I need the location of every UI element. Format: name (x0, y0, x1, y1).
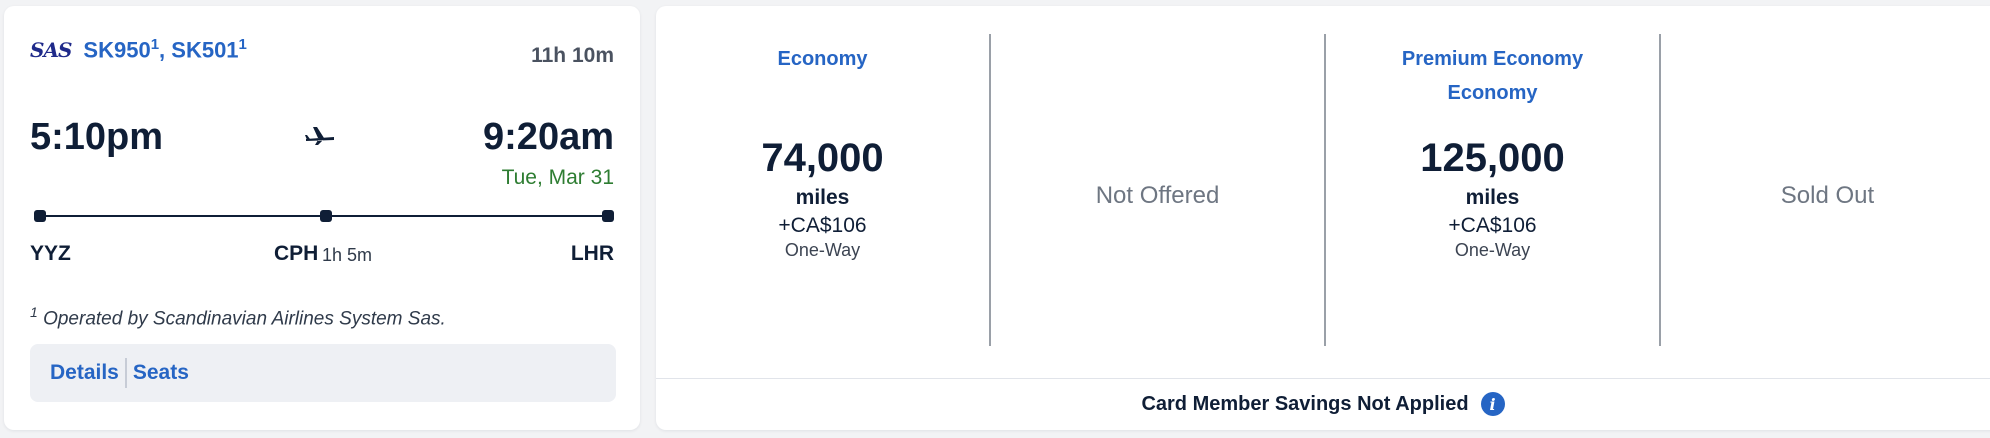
airline-logo: SAS (30, 37, 72, 62)
details-link[interactable]: Details (50, 361, 119, 385)
miles-label: miles (1465, 186, 1520, 209)
departure-time: 5:10pm (30, 116, 164, 158)
flight-numbers[interactable]: SK9501, SK5011 (83, 36, 246, 63)
flight-separator: , (159, 37, 172, 63)
flight-header: SAS SK9501, SK5011 (30, 36, 247, 63)
fare-option-sold-out: Sold Out (1661, 34, 1990, 346)
flight-links-bar: Details Seats (30, 344, 616, 402)
link-divider (124, 358, 127, 388)
operated-by-note: 1 Operated by Scandinavian Airlines Syst… (30, 304, 446, 330)
origin-airport: YYZ (30, 242, 71, 265)
price-block: 125,000 miles +CA$106 One-Way (1326, 134, 1659, 261)
fare-option-unavailable: Not Offered (991, 34, 1324, 346)
info-icon[interactable]: i (1480, 392, 1505, 416)
origin-dot (34, 210, 46, 222)
seats-link[interactable]: Seats (133, 361, 189, 385)
fare-status: Not Offered (1095, 182, 1220, 209)
fare-options-card: Economy 74,000 miles +CA$106 One-Way Not… (656, 6, 1990, 430)
trip-type: One-Way (784, 240, 861, 260)
price-block: 74,000 miles +CA$106 One-Way (656, 134, 989, 261)
flight-number-2[interactable]: SK501 (171, 37, 238, 62)
savings-note: Card Member Savings Not Applied (1141, 392, 1469, 415)
flight-summary-card: SAS SK9501, SK5011 11h 10m 5:10pm 9:20am… (4, 6, 640, 430)
destination-airport: LHR (570, 242, 614, 265)
footnote-mark: 1 (238, 36, 247, 53)
arrival-time: 9:20am (483, 116, 614, 158)
fare-option-economy[interactable]: Economy 74,000 miles +CA$106 One-Way (656, 34, 989, 346)
miles-amount: 125,000 (1420, 136, 1565, 180)
cabin-label-primary: Premium Economy (1401, 48, 1584, 70)
footnote-mark: 1 (150, 36, 160, 53)
airplane-icon (305, 127, 334, 145)
savings-footer: Card Member Savings Not Applied i (656, 392, 1990, 416)
trip-duration: 11h 10m (531, 44, 614, 67)
taxes-fees: +CA$106 (1448, 214, 1537, 237)
fare-option-premium-economy[interactable]: Premium Economy Economy 125,000 miles +C… (1326, 34, 1659, 346)
cabin-label-secondary: Economy (1447, 82, 1538, 104)
taxes-fees: +CA$106 (778, 214, 867, 237)
destination-dot (602, 210, 614, 222)
operated-by-text: Operated by Scandinavian Airlines System… (43, 308, 446, 330)
connection-airport: CPH (274, 242, 319, 265)
connection-dot (320, 210, 332, 222)
arrival-date: Tue, Mar 31 (501, 166, 614, 189)
footnote-mark: 1 (30, 304, 38, 320)
layover-duration: 1h 5m (322, 245, 373, 265)
route-line (34, 210, 614, 222)
footer-divider (656, 378, 1990, 379)
cabin-label: Economy (777, 48, 868, 70)
miles-amount: 74,000 (761, 136, 884, 180)
miles-label: miles (795, 186, 850, 209)
flight-number-1[interactable]: SK950 (83, 37, 150, 62)
fare-status: Sold Out (1780, 182, 1875, 209)
trip-type: One-Way (1454, 240, 1531, 260)
